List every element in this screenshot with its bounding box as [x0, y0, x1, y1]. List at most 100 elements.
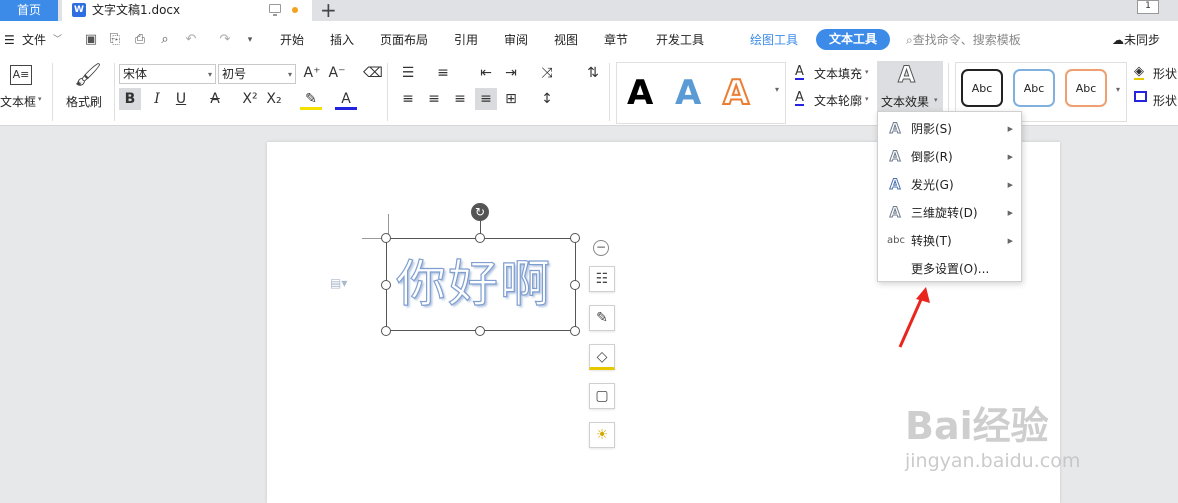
- resize-handle-bottom-left[interactable]: [381, 326, 391, 336]
- menu-view[interactable]: 视图: [554, 21, 578, 59]
- print-icon[interactable]: ⎙: [133, 33, 147, 47]
- menu-page-layout[interactable]: 页面布局: [380, 21, 428, 59]
- shape-style-black[interactable]: Abc: [961, 69, 1003, 107]
- increase-font-icon[interactable]: A⁺: [301, 62, 323, 84]
- bold-icon[interactable]: B: [119, 88, 141, 110]
- increase-indent-icon[interactable]: ⇥: [500, 62, 522, 84]
- text-box-dropdown-icon[interactable]: ▾: [38, 95, 42, 103]
- bullet-list-icon[interactable]: ☰: [397, 62, 419, 84]
- text-box-icon[interactable]: A≡: [10, 65, 32, 85]
- layout-options-icon[interactable]: ☷: [589, 266, 615, 292]
- chevron-down-icon[interactable]: ▾: [865, 68, 869, 76]
- text-fill-button[interactable]: 文本填充: [814, 65, 862, 82]
- window-count-badge[interactable]: 1: [1137, 0, 1159, 14]
- gallery-more-icon[interactable]: ▾: [775, 85, 779, 94]
- save-icon[interactable]: ▣: [84, 33, 98, 47]
- text-outline-button[interactable]: 文本轮廓: [814, 92, 862, 109]
- resize-handle-right[interactable]: [570, 280, 580, 290]
- justify-icon[interactable]: ≡: [475, 88, 497, 110]
- arrow-shaft: [898, 294, 925, 348]
- text-box-label[interactable]: 文本框: [0, 93, 36, 110]
- new-tab-button[interactable]: +: [320, 0, 337, 22]
- strikethrough-icon[interactable]: A: [204, 88, 226, 110]
- italic-icon[interactable]: I: [146, 88, 168, 110]
- sort-icon[interactable]: ⇅: [582, 62, 604, 84]
- menu-item-glow[interactable]: A 发光(G) ▶: [878, 171, 1021, 199]
- export-icon[interactable]: ⎘: [108, 33, 122, 47]
- numbered-list-icon[interactable]: ≡: [432, 62, 454, 84]
- align-right-icon[interactable]: ≡: [449, 88, 471, 110]
- tab-document[interactable]: W 文字文稿1.docx: [62, 0, 312, 21]
- font-name-select[interactable]: 宋体 ▾: [119, 64, 216, 84]
- wordart-text[interactable]: 你好啊: [395, 248, 552, 320]
- tab-text-tools[interactable]: 文本工具: [816, 29, 890, 50]
- gallery-more-icon[interactable]: ▾: [1116, 85, 1120, 94]
- align-left-icon[interactable]: ≡: [397, 88, 419, 110]
- resize-handle-top[interactable]: [475, 233, 485, 243]
- text-effect-button[interactable]: A 文本效果 ▾: [877, 61, 943, 111]
- menu-item-3d-rotation[interactable]: A 三维旋转(D) ▶: [878, 199, 1021, 227]
- clear-format-icon[interactable]: ⌫: [362, 62, 384, 84]
- hamburger-icon[interactable]: ☰: [4, 21, 15, 59]
- shape-outline-icon[interactable]: ▢: [589, 383, 615, 409]
- format-painter-icon[interactable]: 🖌: [74, 63, 102, 88]
- underline-icon[interactable]: U: [170, 88, 192, 110]
- decrease-indent-icon[interactable]: ⇤: [475, 62, 497, 84]
- rotate-icon[interactable]: ↻: [471, 203, 489, 221]
- text-fill-icon[interactable]: A: [795, 65, 804, 80]
- menu-item-shadow[interactable]: A 阴影(S) ▶: [878, 115, 1021, 143]
- distributed-align-icon[interactable]: ⊞: [500, 88, 522, 110]
- subscript-icon[interactable]: X₂: [263, 88, 285, 110]
- align-center-icon[interactable]: ≡: [423, 88, 445, 110]
- menu-insert[interactable]: 插入: [330, 21, 354, 59]
- resize-handle-top-right[interactable]: [570, 233, 580, 243]
- file-menu[interactable]: 文件: [22, 21, 46, 59]
- menu-review[interactable]: 审阅: [504, 21, 528, 59]
- quick-access-dropdown-icon[interactable]: ▾: [243, 33, 257, 47]
- menu-item-reflection[interactable]: A 倒影(R) ▶: [878, 143, 1021, 171]
- shape-fill-icon[interactable]: ◈: [1134, 65, 1144, 80]
- resize-handle-bottom[interactable]: [475, 326, 485, 336]
- line-spacing-icon[interactable]: ↕: [536, 88, 558, 110]
- menu-start[interactable]: 开始: [280, 21, 304, 59]
- wordart-style-blue[interactable]: A: [675, 73, 701, 113]
- shape-style-orange[interactable]: Abc: [1065, 69, 1107, 107]
- chevron-down-icon[interactable]: ▾: [865, 95, 869, 103]
- shape-style-blue[interactable]: Abc: [1013, 69, 1055, 107]
- shape-outline-icon[interactable]: [1134, 91, 1147, 102]
- wordart-style-orange-outline[interactable]: A: [722, 72, 750, 114]
- print-preview-icon[interactable]: ⌕: [158, 33, 172, 47]
- sync-status[interactable]: ☁未同步: [1112, 21, 1160, 59]
- resize-handle-top-left[interactable]: [381, 233, 391, 243]
- anchor-icon[interactable]: ▤▾: [330, 276, 347, 290]
- shape-outline-button[interactable]: 形状: [1153, 92, 1177, 109]
- collapse-icon[interactable]: −: [593, 240, 609, 256]
- tab-home[interactable]: 首页: [0, 0, 58, 21]
- menu-item-more-settings[interactable]: 更多设置(O)...: [878, 255, 1021, 283]
- menu-developer[interactable]: 开发工具: [656, 21, 704, 59]
- menu-references[interactable]: 引用: [454, 21, 478, 59]
- command-search[interactable]: ⌕查找命令、搜索模板: [906, 21, 1021, 59]
- resize-handle-bottom-right[interactable]: [570, 326, 580, 336]
- menu-section[interactable]: 章节: [604, 21, 628, 59]
- tab-drawing-tools[interactable]: 绘图工具: [750, 21, 798, 59]
- resize-handle-left[interactable]: [381, 280, 391, 290]
- text-outline-icon[interactable]: A: [795, 91, 804, 106]
- chevron-down-icon[interactable]: ﹀: [53, 21, 62, 59]
- shape-fill-icon[interactable]: ◇: [589, 344, 615, 370]
- menu-item-transform[interactable]: abc 转换(T) ▶: [878, 227, 1021, 255]
- shape-style-icon[interactable]: ✎: [589, 305, 615, 331]
- redo-icon[interactable]: ↷: [218, 33, 232, 47]
- wordart-style-black[interactable]: A: [627, 73, 653, 113]
- format-painter-label[interactable]: 格式刷: [66, 93, 102, 110]
- font-size-select[interactable]: 初号 ▾: [218, 64, 296, 84]
- superscript-icon[interactable]: X²: [239, 88, 261, 110]
- chinese-layout-icon[interactable]: ⤨: [536, 62, 558, 84]
- decrease-font-icon[interactable]: A⁻: [326, 62, 348, 84]
- undo-icon[interactable]: ↶: [184, 33, 198, 47]
- smart-tip-icon[interactable]: ☀: [589, 422, 615, 448]
- highlight-icon[interactable]: ✎: [300, 88, 322, 110]
- font-color-icon[interactable]: A: [335, 88, 357, 110]
- monitor-icon[interactable]: [269, 4, 281, 16]
- shape-fill-button[interactable]: 形状: [1153, 65, 1177, 82]
